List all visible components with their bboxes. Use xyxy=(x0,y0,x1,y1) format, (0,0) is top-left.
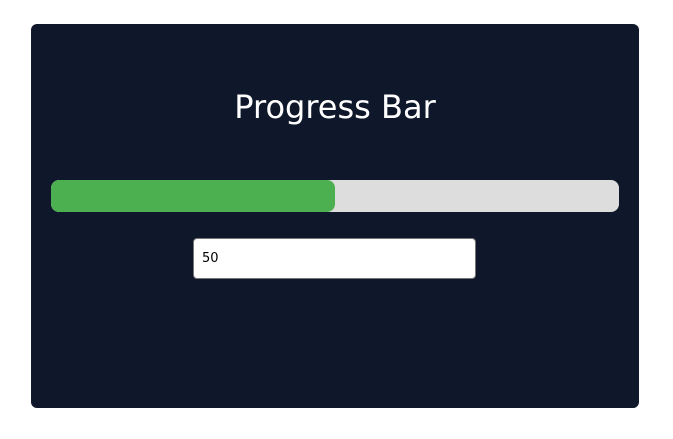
progress-card: Progress Bar xyxy=(31,24,639,408)
progress-bar-fill xyxy=(51,180,335,212)
page-title: Progress Bar xyxy=(234,88,436,126)
progress-bar-track xyxy=(51,180,619,212)
progress-value-input[interactable] xyxy=(193,238,476,279)
